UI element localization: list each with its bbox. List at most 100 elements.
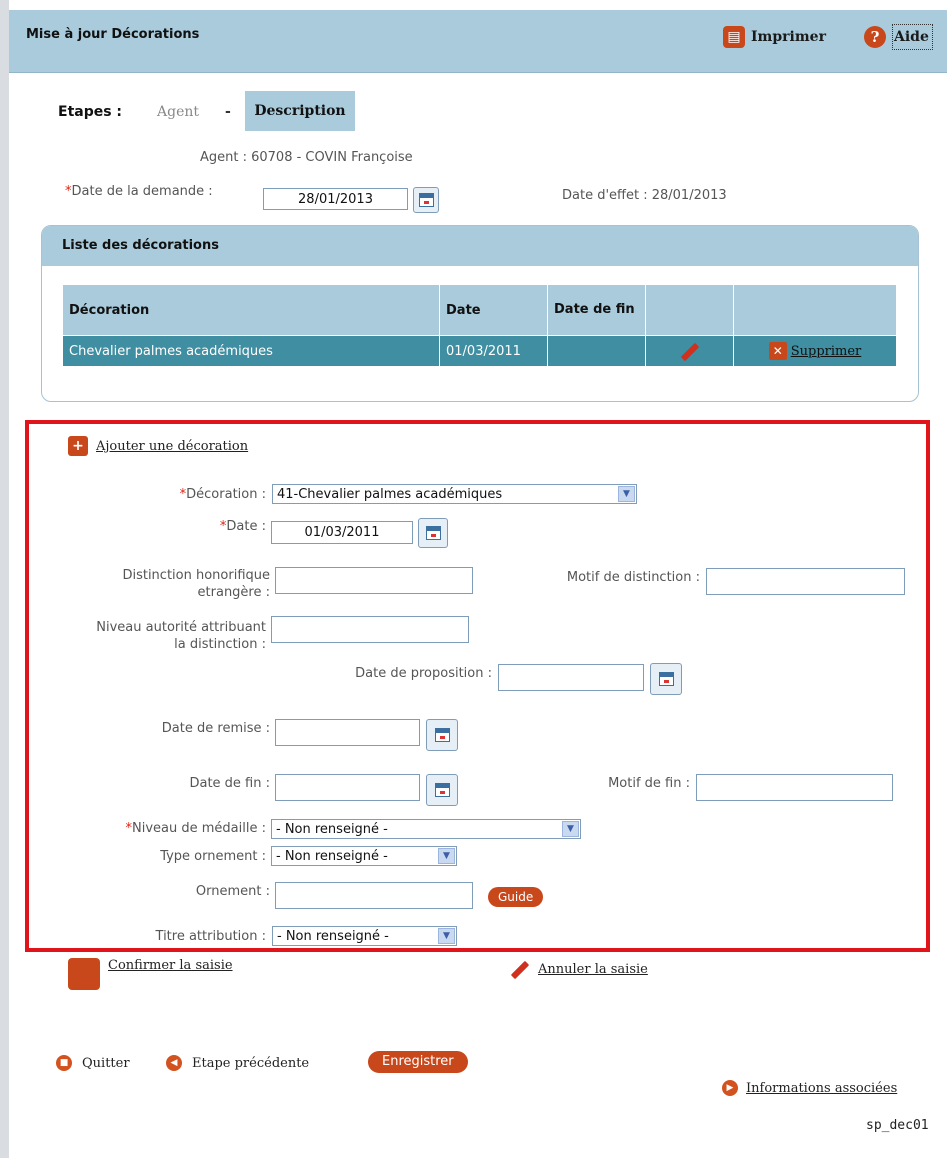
niveau-medaille-label-text: Niveau de médaille : <box>132 821 266 836</box>
calendar-button-demande[interactable] <box>413 187 439 213</box>
agent-info: Agent : 60708 - COVIN Françoise <box>200 150 413 165</box>
decoration-select[interactable]: 41-Chevalier palmes académiques ▼ <box>272 484 637 504</box>
add-decoration-label: Ajouter une décoration <box>96 438 249 454</box>
niveau-autorite-label-line2: la distinction : <box>174 637 266 652</box>
decorations-panel-title: Liste des décorations <box>42 226 918 266</box>
col-delete <box>733 284 897 336</box>
distinction-label-line1: Distinction honorifique <box>122 568 270 583</box>
date-proposition-label: Date de proposition : <box>355 666 492 681</box>
delete-link[interactable]: Supprimer <box>791 344 862 359</box>
related-info-label: Informations associées <box>746 1080 898 1096</box>
calendar-button-remise[interactable] <box>426 719 458 751</box>
motif-fin-label: Motif de fin : <box>608 776 690 791</box>
titre-attribution-value: - Non renseigné - <box>277 928 389 944</box>
help-label-box: Aide <box>892 24 933 50</box>
date-remise-input[interactable] <box>275 719 420 746</box>
previous-step-label: Etape précédente <box>192 1055 310 1071</box>
niveau-medaille-select[interactable]: - Non renseigné - ▼ <box>271 819 581 839</box>
decorations-panel: Liste des décorations Décoration Date Da… <box>41 225 919 402</box>
date-demande-label: *Date de la demande : <box>65 184 213 199</box>
titre-attribution-label: Titre attribution : <box>155 929 266 944</box>
printer-icon: ▤ <box>723 26 745 48</box>
pencil-icon[interactable] <box>680 342 699 361</box>
cell-date: 01/03/2011 <box>439 335 548 367</box>
calendar-icon <box>658 672 674 686</box>
niveau-autorite-label: Niveau autorité attribuant la distinctio… <box>40 619 266 653</box>
cell-date-fin <box>547 335 646 367</box>
ornement-input[interactable] <box>275 882 473 909</box>
calendar-button-fin[interactable] <box>426 774 458 806</box>
motif-distinction-input[interactable] <box>706 568 905 595</box>
previous-step-button[interactable]: ◀ Etape précédente <box>166 1055 309 1071</box>
date-label: *Date : <box>90 518 266 535</box>
type-ornement-value: - Non renseigné - <box>276 848 388 864</box>
niveau-autorite-input[interactable] <box>271 616 469 643</box>
save-button[interactable]: Enregistrer <box>368 1051 468 1073</box>
add-icon: + <box>68 436 88 456</box>
motif-fin-input[interactable] <box>696 774 893 801</box>
help-button[interactable]: ? Aide <box>864 24 933 50</box>
add-decoration-link[interactable]: + Ajouter une décoration <box>68 436 248 456</box>
cancel-link[interactable]: Annuler la saisie <box>510 960 648 979</box>
date-remise-label: Date de remise : <box>161 721 270 736</box>
steps-label: Etapes : <box>58 104 123 120</box>
step-agent[interactable]: Agent <box>157 104 199 120</box>
decoration-select-value: 41-Chevalier palmes académiques <box>277 486 503 502</box>
type-ornement-label: Type ornement : <box>160 849 266 864</box>
niveau-medaille-value: - Non renseigné - <box>276 821 388 837</box>
quit-button[interactable]: ■ Quitter <box>56 1055 130 1071</box>
screen-code: sp_dec01 <box>866 1118 929 1133</box>
date-demande-label-text: Date de la demande : <box>71 184 213 199</box>
calendar-icon <box>418 193 434 207</box>
calendar-button-proposition[interactable] <box>650 663 682 695</box>
print-button[interactable]: ▤ Imprimer <box>723 24 826 50</box>
delete-icon[interactable]: ✕ <box>768 342 787 360</box>
help-label: Aide <box>894 29 929 45</box>
print-label: Imprimer <box>751 29 826 45</box>
chevron-down-icon: ▼ <box>438 848 455 864</box>
distinction-label-line2: etrangère : <box>197 585 270 600</box>
decoration-label-text: Décoration : <box>186 487 266 502</box>
niveau-medaille-label: *Niveau de médaille : <box>60 820 266 837</box>
left-border <box>0 0 9 1158</box>
table-row: Chevalier palmes académiques 01/03/2011 … <box>62 335 897 367</box>
confirm-label: Confirmer la saisie <box>108 958 233 973</box>
eraser-icon <box>510 960 530 979</box>
arrow-left-icon: ◀ <box>166 1055 182 1071</box>
date-label-text: Date : <box>226 519 266 534</box>
edit-cell[interactable] <box>645 335 734 367</box>
quit-label: Quitter <box>82 1055 130 1071</box>
col-date-fin: Date de fin <box>547 284 646 336</box>
calendar-icon <box>434 783 450 797</box>
col-date: Date <box>439 284 548 336</box>
decoration-label: *Décoration : <box>90 486 266 503</box>
calendar-button-date[interactable] <box>418 518 448 548</box>
type-ornement-select[interactable]: - Non renseigné - ▼ <box>271 846 457 866</box>
help-icon: ? <box>864 26 886 48</box>
date-fin-input[interactable] <box>275 774 420 801</box>
confirm-link[interactable]: Confirmer la saisie <box>68 958 233 990</box>
step-separator: - <box>225 104 231 120</box>
step-description[interactable]: Description <box>245 91 355 131</box>
distinction-label: Distinction honorifique etrangère : <box>60 567 270 601</box>
chevron-down-icon: ▼ <box>562 821 579 837</box>
date-input[interactable] <box>271 521 413 544</box>
delete-cell: ✕ Supprimer <box>733 335 897 367</box>
calendar-icon <box>425 526 441 540</box>
page-title: Mise à jour Décorations <box>26 27 200 42</box>
chevron-down-icon: ▼ <box>438 928 455 944</box>
date-fin-label: Date de fin : <box>189 776 270 791</box>
col-edit <box>645 284 734 336</box>
date-demande-input[interactable] <box>263 188 408 210</box>
distinction-input[interactable] <box>275 567 473 594</box>
related-info-link[interactable]: ▶ Informations associées <box>722 1080 897 1096</box>
titre-attribution-select[interactable]: - Non renseigné - ▼ <box>272 926 457 946</box>
guide-button[interactable]: Guide <box>488 887 544 907</box>
calendar-icon <box>434 728 450 742</box>
decorations-table: Décoration Date Date de fin Chevalier pa… <box>62 284 897 367</box>
confirm-icon <box>68 958 100 990</box>
arrow-right-icon: ▶ <box>722 1080 738 1096</box>
niveau-autorite-label-line1: Niveau autorité attribuant <box>96 620 266 635</box>
motif-distinction-label: Motif de distinction : <box>566 570 700 585</box>
date-proposition-input[interactable] <box>498 664 644 691</box>
